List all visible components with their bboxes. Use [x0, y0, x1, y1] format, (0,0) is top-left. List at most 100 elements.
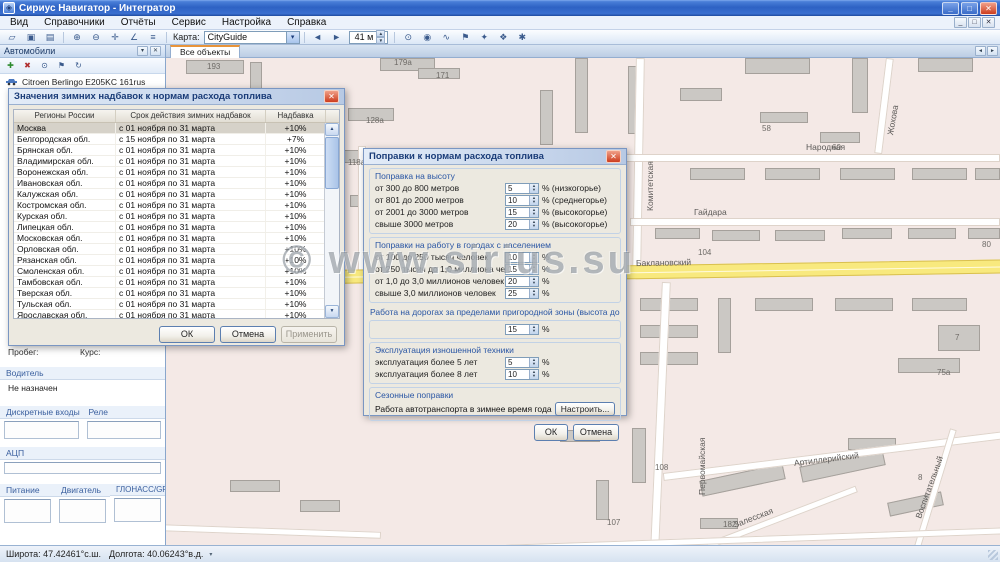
spinner[interactable]: 25▲▼ — [505, 288, 539, 299]
zoom-in-icon[interactable]: ⊕ — [68, 31, 86, 44]
scrollbar-thumb[interactable] — [325, 137, 339, 189]
column-header[interactable]: Регионы России — [14, 110, 116, 122]
tab-scroll-left-icon[interactable]: ◄ — [975, 46, 986, 56]
dialog-titlebar[interactable]: Поправки к нормам расхода топлива ✕ — [364, 149, 626, 165]
spin-down-icon[interactable]: ▼ — [530, 374, 538, 379]
remove-vehicle-icon[interactable]: ✖ — [20, 59, 35, 72]
nav-right-icon[interactable]: ► — [328, 31, 346, 44]
table-row[interactable]: Курская обл.с 01 ноября по 31 марта+10% — [14, 211, 339, 222]
spinner[interactable]: 20▲▼ — [505, 276, 539, 287]
table-row[interactable]: Москвас 01 ноября по 31 марта+10% — [14, 123, 339, 134]
table-row[interactable]: Калужская обл.с 01 ноября по 31 марта+10… — [14, 189, 339, 200]
column-header[interactable]: Срок действия зимних надбавок — [116, 110, 266, 122]
table-row[interactable]: Тульская обл.с 01 ноября по 31 марта+10% — [14, 299, 339, 310]
menu-item[interactable]: Справочники — [36, 16, 113, 29]
spin-down-icon[interactable]: ▼ — [530, 257, 538, 262]
spinner[interactable]: 15▲▼ — [505, 324, 539, 335]
menu-item[interactable]: Справка — [279, 16, 334, 29]
close-icon[interactable]: ✕ — [980, 2, 997, 15]
zoom-out-icon[interactable]: ⊖ — [87, 31, 105, 44]
mdi-maximize-icon[interactable]: □ — [968, 17, 981, 28]
spinner[interactable]: 5▲▼ — [505, 357, 539, 368]
table-row[interactable]: Ивановская обл.с 01 ноября по 31 марта+1… — [14, 178, 339, 189]
cancel-button[interactable]: Отмена — [220, 326, 276, 343]
menu-item[interactable]: Отчёты — [113, 16, 164, 29]
tab-scroll-right-icon[interactable]: ► — [987, 46, 998, 56]
satellite-icon[interactable]: ✦ — [475, 31, 493, 44]
spin-down-icon[interactable]: ▼ — [530, 200, 538, 205]
save-icon[interactable]: ▣ — [22, 31, 40, 44]
panel-close-icon[interactable]: ✕ — [150, 46, 161, 56]
ok-button[interactable]: ОК — [534, 424, 568, 441]
table-row[interactable]: Ярославская обл.с 01 ноября по 31 марта+… — [14, 310, 339, 319]
vertical-scrollbar[interactable]: ▲ ▼ — [324, 123, 339, 318]
resize-grip[interactable] — [988, 550, 998, 560]
zoom-spin-down-icon[interactable]: ▼ — [376, 37, 385, 44]
spinner[interactable]: 5▲▼ — [505, 183, 539, 194]
nav-left-icon[interactable]: ◄ — [309, 31, 327, 44]
zoom-spin-up-icon[interactable]: ▲ — [376, 30, 385, 37]
panel-pin-icon[interactable]: ▾ — [137, 46, 148, 56]
table-row[interactable]: Смоленская обл.с 01 ноября по 31 марта+1… — [14, 266, 339, 277]
spinner[interactable]: 20▲▼ — [505, 219, 539, 230]
table-row[interactable]: Рязанская обл.с 01 ноября по 31 марта+10… — [14, 255, 339, 266]
add-vehicle-icon[interactable]: ✚ — [3, 59, 18, 72]
chevron-down-icon[interactable]: ▾ — [286, 32, 299, 43]
open-icon[interactable]: ▱ — [3, 31, 21, 44]
table-row[interactable]: Владимирская обл.с 01 ноября по 31 марта… — [14, 156, 339, 167]
spin-down-icon[interactable]: ▼ — [530, 269, 538, 274]
table-row[interactable]: Воронежская обл.с 01 ноября по 31 марта+… — [14, 167, 339, 178]
window-titlebar[interactable]: ◈ Сириус Навигатор - Интегратор _ □ ✕ — [0, 0, 1000, 16]
close-icon[interactable]: ✕ — [324, 90, 339, 103]
refresh-icon[interactable]: ↻ — [71, 59, 86, 72]
spinner[interactable]: 15▲▼ — [505, 264, 539, 275]
scroll-down-icon[interactable]: ▼ — [325, 305, 339, 318]
table-row[interactable]: Белгородская обл.с 15 ноября по 31 марта… — [14, 134, 339, 145]
spin-down-icon[interactable]: ▼ — [530, 212, 538, 217]
flag-icon[interactable]: ⚑ — [54, 59, 69, 72]
spinner[interactable]: 15▲▼ — [505, 207, 539, 218]
marker-icon[interactable]: ⚑ — [456, 31, 474, 44]
apply-button[interactable]: Применить — [281, 326, 337, 343]
spin-down-icon[interactable]: ▼ — [530, 188, 538, 193]
map-select[interactable]: CityGuide ▾ — [204, 31, 300, 44]
ok-button[interactable]: ОК — [159, 326, 215, 343]
minimize-icon[interactable]: _ — [942, 2, 959, 15]
menu-item[interactable]: Настройка — [214, 16, 279, 29]
spinner[interactable]: 10▲▼ — [505, 195, 539, 206]
table-row[interactable]: Тверская обл.с 01 ноября по 31 марта+10% — [14, 288, 339, 299]
table-row[interactable]: Костромская обл.с 01 ноября по 31 марта+… — [14, 200, 339, 211]
dialog-titlebar[interactable]: Значения зимних надбавок к нормам расход… — [9, 89, 344, 105]
scroll-up-icon[interactable]: ▲ — [325, 123, 339, 136]
table-row[interactable]: Тамбовская обл.с 01 ноября по 31 марта+1… — [14, 277, 339, 288]
tab-all-objects[interactable]: Все объекты — [170, 45, 240, 58]
table-row[interactable]: Липецкая обл.с 01 ноября по 31 марта+10% — [14, 222, 339, 233]
maximize-icon[interactable]: □ — [961, 2, 978, 15]
pan-icon[interactable]: ✛ — [106, 31, 124, 44]
settings-icon[interactable]: ✱ — [513, 31, 531, 44]
spinner[interactable]: 10▲▼ — [505, 252, 539, 263]
cancel-button[interactable]: Отмена — [573, 424, 619, 441]
center-map-icon[interactable]: ⊙ — [399, 31, 417, 44]
info-icon[interactable]: ❖ — [494, 31, 512, 44]
ruler-icon[interactable]: ∠ — [125, 31, 143, 44]
layers-icon[interactable]: ≡ — [144, 31, 162, 44]
locate-vehicle-icon[interactable]: ⊙ — [37, 59, 52, 72]
track-icon[interactable]: ◉ — [418, 31, 436, 44]
route-icon[interactable]: ∿ — [437, 31, 455, 44]
mdi-close-icon[interactable]: ✕ — [982, 17, 995, 28]
spinner[interactable]: 10▲▼ — [505, 369, 539, 380]
table-row[interactable]: Орловская обл.с 01 ноября по 31 марта+10… — [14, 244, 339, 255]
spin-down-icon[interactable]: ▼ — [530, 293, 538, 298]
print-icon[interactable]: ▤ — [41, 31, 59, 44]
spin-down-icon[interactable]: ▼ — [530, 224, 538, 229]
menu-item[interactable]: Сервис — [164, 16, 214, 29]
zoom-level-control[interactable]: 41 м ▲ ▼ — [349, 31, 389, 44]
configure-button[interactable]: Настроить... — [555, 402, 615, 416]
column-header[interactable]: Надбавка — [266, 110, 326, 122]
menu-item[interactable]: Вид — [2, 16, 36, 29]
statusbar-menu-icon[interactable]: ▾ — [209, 551, 212, 558]
spin-down-icon[interactable]: ▼ — [530, 281, 538, 286]
mdi-minimize-icon[interactable]: _ — [954, 17, 967, 28]
spin-down-icon[interactable]: ▼ — [530, 362, 538, 367]
